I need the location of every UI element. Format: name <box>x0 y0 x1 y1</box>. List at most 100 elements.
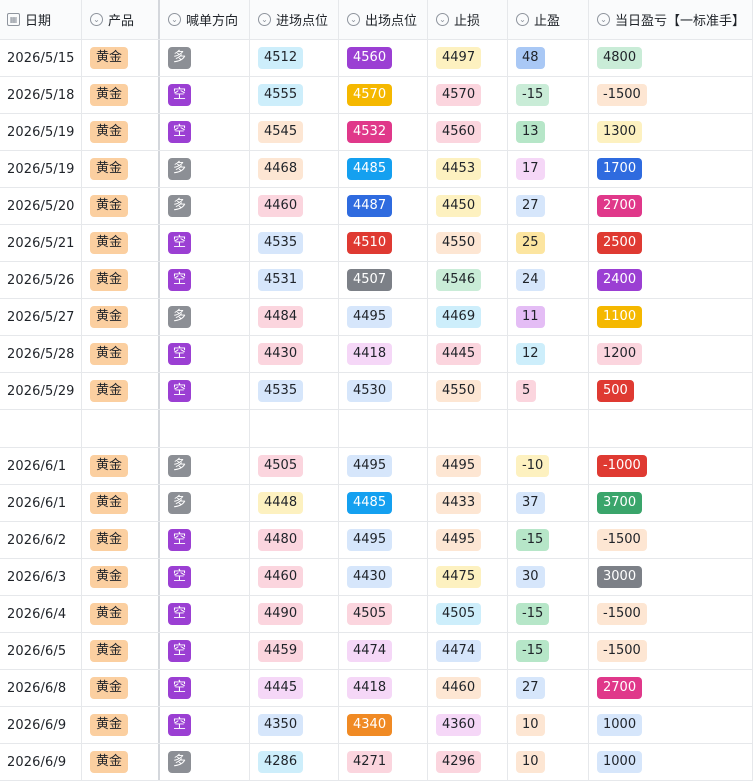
date-cell[interactable]: 2026/5/18 <box>0 77 82 113</box>
entry-price-cell[interactable]: 4480 <box>250 522 339 558</box>
direction-cell[interactable]: 多 <box>160 188 250 224</box>
product-cell[interactable]: 黄金 <box>82 373 160 409</box>
daily-pnl-cell[interactable]: 2500 <box>589 225 753 261</box>
direction-cell[interactable]: 空 <box>160 336 250 372</box>
stop-loss-cell[interactable]: 4460 <box>428 670 508 706</box>
entry-price-cell[interactable]: 4535 <box>250 225 339 261</box>
entry-price-cell[interactable]: 4460 <box>250 188 339 224</box>
take-profit-cell[interactable]: 11 <box>508 299 589 335</box>
product-cell[interactable]: 黄金 <box>82 744 160 780</box>
product-cell[interactable]: 黄金 <box>82 448 160 484</box>
stop-loss-cell[interactable]: 4450 <box>428 188 508 224</box>
date-cell[interactable]: 2026/6/9 <box>0 707 82 743</box>
daily-pnl-cell[interactable]: 1200 <box>589 336 753 372</box>
exit-price-cell[interactable]: 4495 <box>339 448 428 484</box>
exit-price-cell[interactable]: 4505 <box>339 596 428 632</box>
daily-pnl-cell[interactable]: -1500 <box>589 596 753 632</box>
take-profit-cell[interactable]: 17 <box>508 151 589 187</box>
date-cell[interactable]: 2026/6/5 <box>0 633 82 669</box>
table-row[interactable]: 2026/6/1 黄金 多 4505 4495 4495 -10 -1000 <box>0 448 753 485</box>
direction-cell[interactable]: 多 <box>160 40 250 76</box>
take-profit-cell[interactable]: 30 <box>508 559 589 595</box>
table-row-empty[interactable] <box>0 410 753 448</box>
date-cell[interactable]: 2026/5/29 <box>0 373 82 409</box>
daily-pnl-cell[interactable]: 1100 <box>589 299 753 335</box>
take-profit-cell[interactable]: -10 <box>508 448 589 484</box>
take-profit-cell[interactable]: -15 <box>508 77 589 113</box>
take-profit-cell[interactable]: -15 <box>508 522 589 558</box>
date-cell[interactable]: 2026/5/28 <box>0 336 82 372</box>
date-cell[interactable]: 2026/6/4 <box>0 596 82 632</box>
stop-loss-cell[interactable]: 4433 <box>428 485 508 521</box>
direction-cell[interactable]: 多 <box>160 448 250 484</box>
take-profit-cell[interactable]: 25 <box>508 225 589 261</box>
product-cell[interactable]: 黄金 <box>82 151 160 187</box>
daily-pnl-cell[interactable]: 1000 <box>589 744 753 780</box>
direction-cell[interactable]: 空 <box>160 373 250 409</box>
entry-price-cell[interactable]: 4531 <box>250 262 339 298</box>
take-profit-cell[interactable]: 37 <box>508 485 589 521</box>
exit-price-cell[interactable]: 4560 <box>339 40 428 76</box>
entry-price-cell[interactable]: 4490 <box>250 596 339 632</box>
date-cell[interactable]: 2026/6/1 <box>0 448 82 484</box>
product-cell[interactable]: 黄金 <box>82 633 160 669</box>
exit-price-cell[interactable]: 4418 <box>339 336 428 372</box>
exit-price-cell[interactable]: 4495 <box>339 299 428 335</box>
table-row[interactable]: 2026/5/26 黄金 空 4531 4507 4546 24 2400 <box>0 262 753 299</box>
daily-pnl-cell[interactable]: 500 <box>589 373 753 409</box>
table-row[interactable]: 2026/5/15 黄金 多 4512 4560 4497 48 4800 <box>0 40 753 77</box>
column-header-product[interactable]: ⌄ 产品 <box>82 0 160 39</box>
entry-price-cell[interactable]: 4555 <box>250 77 339 113</box>
direction-cell[interactable]: 多 <box>160 299 250 335</box>
table-row[interactable]: 2026/5/28 黄金 空 4430 4418 4445 12 1200 <box>0 336 753 373</box>
product-cell[interactable]: 黄金 <box>82 522 160 558</box>
stop-loss-cell[interactable]: 4570 <box>428 77 508 113</box>
date-cell[interactable]: 2026/5/20 <box>0 188 82 224</box>
product-cell[interactable]: 黄金 <box>82 485 160 521</box>
table-row[interactable]: 2026/5/21 黄金 空 4535 4510 4550 25 2500 <box>0 225 753 262</box>
table-row[interactable]: 2026/5/20 黄金 多 4460 4487 4450 27 2700 <box>0 188 753 225</box>
take-profit-cell[interactable]: 10 <box>508 707 589 743</box>
exit-price-cell[interactable]: 4485 <box>339 151 428 187</box>
exit-price-cell[interactable]: 4530 <box>339 373 428 409</box>
table-row[interactable]: 2026/6/4 黄金 空 4490 4505 4505 -15 -1500 <box>0 596 753 633</box>
product-cell[interactable]: 黄金 <box>82 188 160 224</box>
table-row[interactable]: 2026/6/1 黄金 多 4448 4485 4433 37 3700 <box>0 485 753 522</box>
table-row[interactable]: 2026/6/9 黄金 空 4350 4340 4360 10 1000 <box>0 707 753 744</box>
table-row[interactable]: 2026/5/19 黄金 空 4545 4532 4560 13 1300 <box>0 114 753 151</box>
stop-loss-cell[interactable]: 4497 <box>428 40 508 76</box>
date-cell[interactable]: 2026/5/27 <box>0 299 82 335</box>
entry-price-cell[interactable]: 4505 <box>250 448 339 484</box>
direction-cell[interactable]: 多 <box>160 151 250 187</box>
stop-loss-cell[interactable]: 4495 <box>428 522 508 558</box>
take-profit-cell[interactable]: 27 <box>508 188 589 224</box>
table-row[interactable]: 2026/6/9 黄金 多 4286 4271 4296 10 1000 <box>0 744 753 781</box>
entry-price-cell[interactable]: 4448 <box>250 485 339 521</box>
table-row[interactable]: 2026/6/2 黄金 空 4480 4495 4495 -15 -1500 <box>0 522 753 559</box>
entry-price-cell[interactable]: 4286 <box>250 744 339 780</box>
product-cell[interactable]: 黄金 <box>82 596 160 632</box>
entry-price-cell[interactable]: 4430 <box>250 336 339 372</box>
take-profit-cell[interactable]: -15 <box>508 596 589 632</box>
table-cell-empty[interactable] <box>160 410 250 447</box>
daily-pnl-cell[interactable]: 2700 <box>589 188 753 224</box>
take-profit-cell[interactable]: 48 <box>508 40 589 76</box>
column-header-take-profit[interactable]: ⌄ 止盈 <box>508 0 589 39</box>
stop-loss-cell[interactable]: 4296 <box>428 744 508 780</box>
table-row[interactable]: 2026/5/18 黄金 空 4555 4570 4570 -15 -1500 <box>0 77 753 114</box>
exit-price-cell[interactable]: 4507 <box>339 262 428 298</box>
daily-pnl-cell[interactable]: 4800 <box>589 40 753 76</box>
table-row[interactable]: 2026/5/29 黄金 空 4535 4530 4550 5 500 <box>0 373 753 410</box>
direction-cell[interactable]: 空 <box>160 77 250 113</box>
take-profit-cell[interactable]: 24 <box>508 262 589 298</box>
daily-pnl-cell[interactable]: 1700 <box>589 151 753 187</box>
take-profit-cell[interactable]: -15 <box>508 633 589 669</box>
product-cell[interactable]: 黄金 <box>82 299 160 335</box>
product-cell[interactable]: 黄金 <box>82 336 160 372</box>
table-cell-empty[interactable] <box>0 410 82 447</box>
stop-loss-cell[interactable]: 4445 <box>428 336 508 372</box>
date-cell[interactable]: 2026/5/21 <box>0 225 82 261</box>
direction-cell[interactable]: 空 <box>160 633 250 669</box>
daily-pnl-cell[interactable]: -1500 <box>589 633 753 669</box>
stop-loss-cell[interactable]: 4505 <box>428 596 508 632</box>
